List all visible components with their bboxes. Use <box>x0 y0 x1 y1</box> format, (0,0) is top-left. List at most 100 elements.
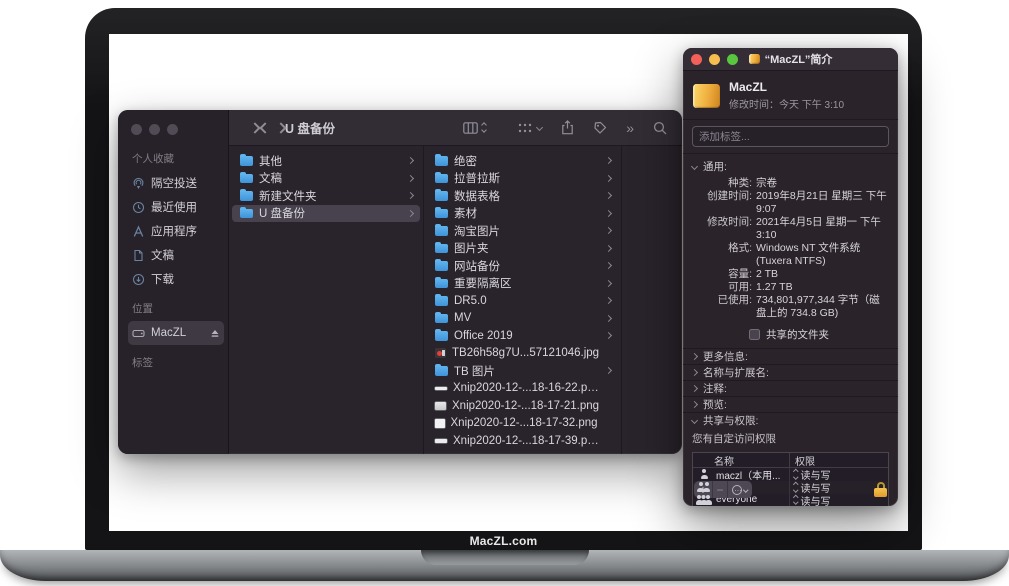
file-name: 新建文件夹 <box>259 188 402 204</box>
chevron-right-icon <box>605 245 612 252</box>
chevron-right-icon <box>407 210 414 217</box>
share-icon <box>561 120 574 135</box>
file-row[interactable]: Xnip2020-12-...18-17-21.png <box>427 397 618 415</box>
remove-permission-button[interactable]: − <box>712 481 728 498</box>
file-row[interactable]: Xnip2020-12-...18-17-32.png <box>427 415 618 433</box>
file-row[interactable]: 数据表格 <box>427 187 618 205</box>
minimize-button[interactable] <box>149 124 160 135</box>
chevron-right-icon <box>407 175 414 182</box>
disclosure-chevron-icon <box>691 369 698 376</box>
add-tags-input[interactable] <box>693 131 888 143</box>
disclosure-chevron-icon <box>691 385 698 392</box>
disclosure-chevron-icon <box>691 401 698 408</box>
more-actions-button[interactable] <box>728 481 752 498</box>
info-traffic-lights[interactable] <box>691 54 738 65</box>
info-kv-row: 可用: 1.27 TB <box>683 281 898 294</box>
name-column-header: 名称 <box>693 453 789 468</box>
lid-notch <box>421 550 589 565</box>
sidebar-item-recents[interactable]: 最近使用 <box>128 195 220 219</box>
sidebar-item-airdrop[interactable]: 隔空投送 <box>128 171 220 195</box>
chevron-right-icon <box>605 227 612 234</box>
view-mode-button[interactable] <box>463 122 486 134</box>
file-name: 拉普拉斯 <box>454 170 600 186</box>
file-row[interactable]: MV <box>427 310 618 328</box>
file-row[interactable]: 其他 <box>232 152 420 170</box>
kv-label: 创建时间: <box>692 190 752 216</box>
collapsible-section-row[interactable]: 注释: <box>683 380 898 396</box>
shared-folder-checkbox[interactable] <box>749 329 760 340</box>
file-name: Xnip2020-12-...18-16-22.png <box>453 382 600 394</box>
section-label: 预览: <box>703 397 727 412</box>
file-row[interactable]: Xnip2020-12-...18-16-22.png <box>427 380 618 398</box>
share-button[interactable] <box>561 120 574 135</box>
file-row[interactable]: 拉普拉斯 <box>427 170 618 188</box>
collapsible-section-row[interactable]: 预览: <box>683 396 898 412</box>
file-row[interactable]: TB26h58g7U...57121046.jpg <box>427 345 618 363</box>
chevron-right-icon <box>605 315 612 322</box>
minimize-button[interactable] <box>709 54 720 65</box>
sidebar-item-applications[interactable]: 应用程序 <box>128 219 220 243</box>
file-row[interactable]: 素材 <box>427 205 618 223</box>
info-kv-row: 修改时间: 2021年4月5日 星期一 下午 3:10 <box>683 216 898 242</box>
info-window-title: “MacZL”简介 <box>749 51 833 67</box>
sidebar-tags-header: 标签 <box>132 355 220 370</box>
sidebar-item-downloads[interactable]: 下载 <box>128 267 220 291</box>
eject-icon[interactable] <box>210 329 220 338</box>
collapsible-section-row[interactable]: 名称与扩展名: <box>683 364 898 380</box>
more-toolbar-items-button[interactable]: » <box>626 121 634 135</box>
file-name: 重要隔离区 <box>454 275 600 291</box>
airdrop-icon <box>132 177 145 190</box>
kv-label: 可用: <box>692 281 752 294</box>
shared-folder-label: 共享的文件夹 <box>766 327 829 342</box>
kv-value: 1.27 TB <box>756 281 889 294</box>
file-row[interactable]: U 盘备份 <box>232 205 420 223</box>
general-section-header[interactable]: 通用: <box>683 158 898 174</box>
file-row[interactable]: 重要隔离区 <box>427 275 618 293</box>
close-button[interactable] <box>691 54 702 65</box>
collapsible-section-row[interactable]: 更多信息: <box>683 348 898 364</box>
chevron-right-icon <box>605 297 612 304</box>
file-row[interactable]: 绝密 <box>427 152 618 170</box>
chevron-down-icon <box>744 487 749 492</box>
file-row[interactable]: Office 2019 <box>427 327 618 345</box>
file-icon <box>435 439 447 443</box>
sidebar-item-documents[interactable]: 文稿 <box>128 243 220 267</box>
file-row[interactable]: 淘宝图片 <box>427 222 618 240</box>
file-row[interactable]: DR5.0 <box>427 292 618 310</box>
chevron-right-icon <box>605 332 612 339</box>
section-label: 注释: <box>703 381 727 396</box>
brand-label: MacZL.com <box>470 534 538 548</box>
file-row[interactable]: 图片夹 <box>427 240 618 258</box>
finder-main: U 盘备份 » <box>229 110 682 454</box>
file-name: Xnip2020-12-...18-17-32.png <box>451 417 601 429</box>
file-row[interactable]: 文稿 <box>232 170 420 188</box>
folder-icon <box>240 156 253 166</box>
file-row[interactable]: TB 图片 <box>427 362 618 380</box>
file-row[interactable]: 新建文件夹 <box>232 187 420 205</box>
folder-icon <box>240 191 253 201</box>
sidebar-item-label: 下载 <box>151 271 174 287</box>
info-kv-row: 创建时间: 2019年8月21日 星期三 下午 9:07 <box>683 190 898 216</box>
lock-closed-icon[interactable] <box>874 482 887 497</box>
kv-label: 容量: <box>692 268 752 281</box>
sharing-section-header[interactable]: 共享与权限: <box>683 412 898 428</box>
group-by-button[interactable] <box>517 122 542 134</box>
collapsed-sections: 更多信息: 名称与扩展名: 注释: 预览: <box>683 348 898 412</box>
file-name: Office 2019 <box>454 330 600 342</box>
sidebar-item-label: 最近使用 <box>151 199 197 215</box>
zoom-button[interactable] <box>727 54 738 65</box>
applications-icon <box>132 225 145 238</box>
user-icon <box>697 482 712 492</box>
zoom-button[interactable] <box>167 124 178 135</box>
file-row[interactable]: Xnip2020-12-...18-17-39.png <box>427 432 618 450</box>
file-icon <box>435 209 448 219</box>
close-button[interactable] <box>131 124 142 135</box>
tags-button[interactable] <box>593 121 607 135</box>
file-row[interactable]: 网站备份 <box>427 257 618 275</box>
file-icon <box>435 226 448 236</box>
file-icon <box>435 174 448 184</box>
sidebar-item-maczl[interactable]: MacZL <box>128 321 224 345</box>
finder-traffic-lights[interactable] <box>131 124 220 135</box>
chevron-right-icon <box>605 157 612 164</box>
search-button[interactable] <box>653 121 667 135</box>
